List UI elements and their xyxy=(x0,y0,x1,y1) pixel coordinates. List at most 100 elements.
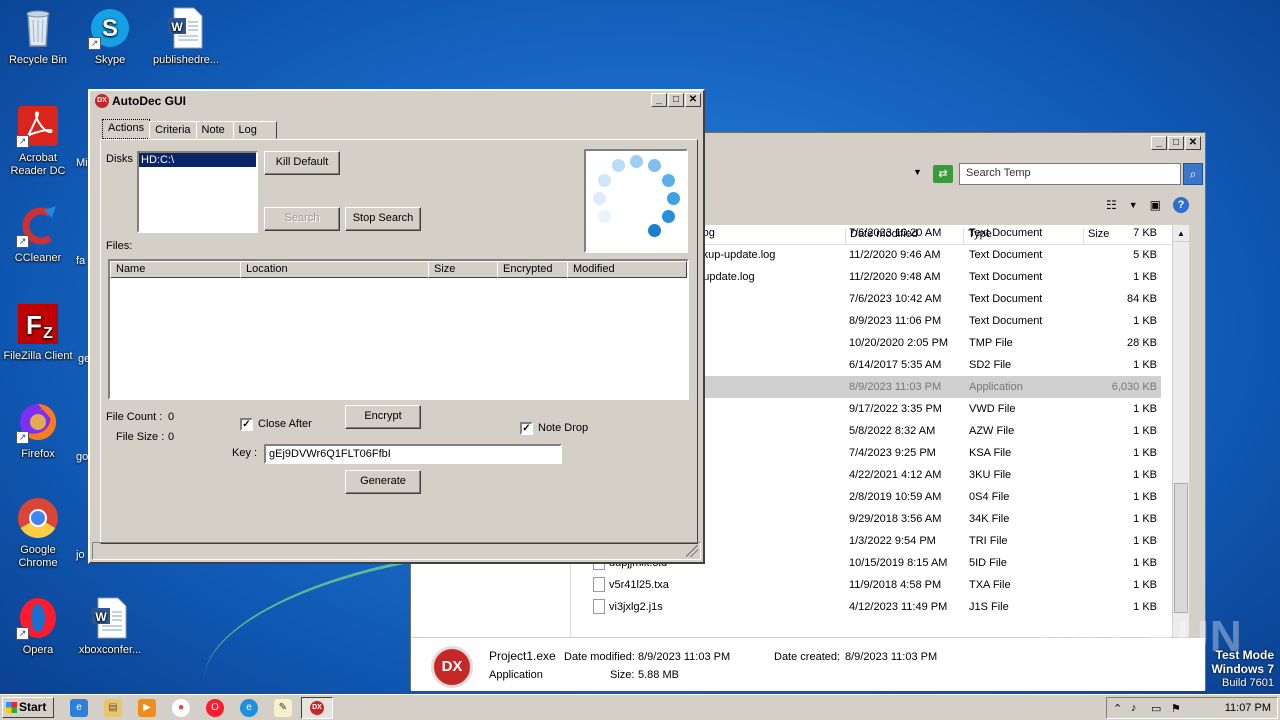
media-player-icon[interactable]: ▶ xyxy=(138,699,156,717)
details-filetype: Application xyxy=(489,669,543,681)
desktop-icon-label: Recycle Bin xyxy=(8,54,68,66)
ccleaner-icon: ↗ xyxy=(16,204,60,248)
chevron-up-icon[interactable]: ⌃ xyxy=(1113,702,1122,715)
tab-actions[interactable]: Actions xyxy=(102,119,151,139)
maximize-button[interactable]: □ xyxy=(1168,136,1184,150)
column-encrypted[interactable]: Encrypted xyxy=(497,261,568,278)
file-date: 10/20/2020 2:05 PM xyxy=(849,337,949,349)
desktop-icon-publishedre[interactable]: W publishedre... xyxy=(148,6,224,67)
refresh-icon[interactable]: ⇄ xyxy=(933,165,953,183)
generate-button[interactable]: Generate xyxy=(345,470,421,494)
files-grid[interactable]: Name Location Size Encrypted Modified xyxy=(108,259,689,400)
autodec-window[interactable]: DX AutoDec GUI _ □ ✕ Actions Criteria No… xyxy=(88,89,705,564)
desktop-icon-opera[interactable]: ↗ Opera xyxy=(0,596,76,657)
maximize-button[interactable]: □ xyxy=(668,93,684,107)
file-date: 10/15/2019 8:15 AM xyxy=(849,557,948,569)
kill-default-button[interactable]: Kill Default xyxy=(264,151,340,175)
file-type: 5ID File xyxy=(969,557,1007,569)
autodec-titlebar[interactable]: DX AutoDec GUI _ □ ✕ xyxy=(90,91,703,111)
files-grid-header: Name Location Size Encrypted Modified xyxy=(110,261,687,278)
opera-icon: ↗ xyxy=(16,596,60,640)
file-count-label: File Count : xyxy=(106,411,163,423)
shortcut-arrow-icon: ↗ xyxy=(88,37,101,50)
desktop-icon-ccleaner[interactable]: ↗ CCleaner xyxy=(0,204,76,265)
close-button[interactable]: ✕ xyxy=(685,93,701,107)
file-size: 1 KB xyxy=(1133,359,1157,371)
file-size: 1 KB xyxy=(1133,425,1157,437)
desktop-icon-skype[interactable]: S ↗ Skype xyxy=(72,6,148,67)
close-after-label[interactable]: Close After xyxy=(258,418,312,430)
note-drop-checkbox[interactable]: ✓ xyxy=(520,422,533,435)
scroll-up-icon[interactable]: ▲ xyxy=(1173,225,1189,242)
file-date: 5/8/2022 8:32 AM xyxy=(849,425,936,437)
chrome-icon[interactable]: ● xyxy=(172,699,190,717)
resize-grip-icon[interactable] xyxy=(686,545,698,557)
desktop-icon-firefox[interactable]: ↗ Firefox xyxy=(0,400,76,461)
column-size[interactable]: Size xyxy=(428,261,498,278)
desktop-icon-acrobat[interactable]: ↗ Acrobat Reader DC xyxy=(0,104,76,178)
search-input[interactable]: Search Temp xyxy=(959,163,1181,185)
dx-app-icon: DX xyxy=(310,701,324,715)
file-size-value: 0 xyxy=(168,431,175,443)
file-size: 1 KB xyxy=(1133,447,1157,459)
close-after-checkbox[interactable]: ✓ xyxy=(240,418,253,431)
details-date-created: 8/9/2023 11:03 PM xyxy=(845,651,938,663)
view-options-icon[interactable]: ☷ xyxy=(1106,198,1117,212)
table-row[interactable]: v5r41l25.txa 11/9/2018 4:58 PM TXA File 1 K… xyxy=(571,574,1161,596)
network-icon[interactable]: ▭ xyxy=(1151,702,1161,715)
recycle-bin-icon xyxy=(16,6,60,50)
file-size: 1 KB xyxy=(1133,579,1157,591)
stop-search-button[interactable]: Stop Search xyxy=(345,207,421,231)
column-location[interactable]: Location xyxy=(240,261,429,278)
disks-listbox[interactable]: HD:C:\ xyxy=(137,151,258,233)
tab-criteria[interactable]: Criteria xyxy=(149,121,197,139)
minimize-button[interactable]: _ xyxy=(1151,136,1167,150)
file-type: VWD File xyxy=(969,403,1016,415)
file-date: 7/4/2023 9:25 PM xyxy=(849,447,936,459)
file-size: 1 KB xyxy=(1133,469,1157,481)
file-name: vi3jxlg2.j1s xyxy=(609,601,663,613)
preview-pane-icon[interactable]: ▣ xyxy=(1150,198,1161,212)
explorer-icon[interactable]: ▤ xyxy=(104,699,122,717)
file-type: TMP File xyxy=(969,337,1013,349)
file-date: 11/2/2020 9:48 AM xyxy=(849,271,941,283)
tab-note[interactable]: Note xyxy=(195,121,234,139)
taskbar-autodec[interactable]: DX xyxy=(301,697,333,719)
column-modified[interactable]: Modified xyxy=(567,261,687,278)
desktop-icon-filezilla[interactable]: FZ FileZilla Client xyxy=(0,302,76,363)
desktop-icon-xboxconfer[interactable]: W xboxconfer... xyxy=(72,596,148,657)
clock[interactable]: 11:07 PM xyxy=(1225,702,1271,714)
help-icon[interactable]: ? xyxy=(1173,197,1189,213)
ie-icon[interactable]: e xyxy=(70,699,88,717)
windows-logo-icon xyxy=(6,702,17,713)
edge-icon[interactable]: e xyxy=(240,699,258,717)
start-button[interactable]: Start xyxy=(2,697,54,718)
file-icon xyxy=(593,599,605,614)
desktop-icon-recycle-bin[interactable]: Recycle Bin xyxy=(0,6,76,67)
desktop-icon-label: FileZilla Client xyxy=(3,350,73,362)
scroll-thumb[interactable] xyxy=(1174,483,1188,613)
address-dropdown-icon[interactable]: ▼ xyxy=(913,167,922,177)
volume-icon[interactable]: ♪ xyxy=(1131,702,1137,714)
tab-log[interactable]: Log xyxy=(232,121,277,139)
column-name[interactable]: Name xyxy=(110,261,241,278)
desktop-icon-chrome[interactable]: Google Chrome xyxy=(0,496,76,570)
opera-icon[interactable]: O xyxy=(206,699,224,717)
close-button[interactable]: ✕ xyxy=(1185,136,1201,150)
encrypt-button[interactable]: Encrypt xyxy=(345,405,421,429)
details-date-created-label: Date created: xyxy=(774,651,841,663)
vertical-scrollbar[interactable]: ▲ xyxy=(1172,225,1189,637)
disk-item[interactable]: HD:C:\ xyxy=(139,153,256,167)
search-icon[interactable]: ⌕ xyxy=(1183,163,1203,185)
key-field[interactable] xyxy=(264,444,562,464)
file-size: 5 KB xyxy=(1133,249,1157,261)
notepad-icon[interactable]: ✎ xyxy=(274,699,292,717)
chevron-down-icon[interactable]: ▼ xyxy=(1129,200,1138,210)
search-button[interactable]: Search xyxy=(264,207,340,231)
test-mode-line: Windows 7 xyxy=(1211,662,1274,676)
note-drop-label[interactable]: Note Drop xyxy=(538,422,588,434)
desktop-partial-label: jo xyxy=(76,549,85,561)
minimize-button[interactable]: _ xyxy=(651,93,667,107)
desktop-icon-label: publishedre... xyxy=(152,54,220,66)
flag-icon[interactable]: ⚑ xyxy=(1171,702,1181,715)
